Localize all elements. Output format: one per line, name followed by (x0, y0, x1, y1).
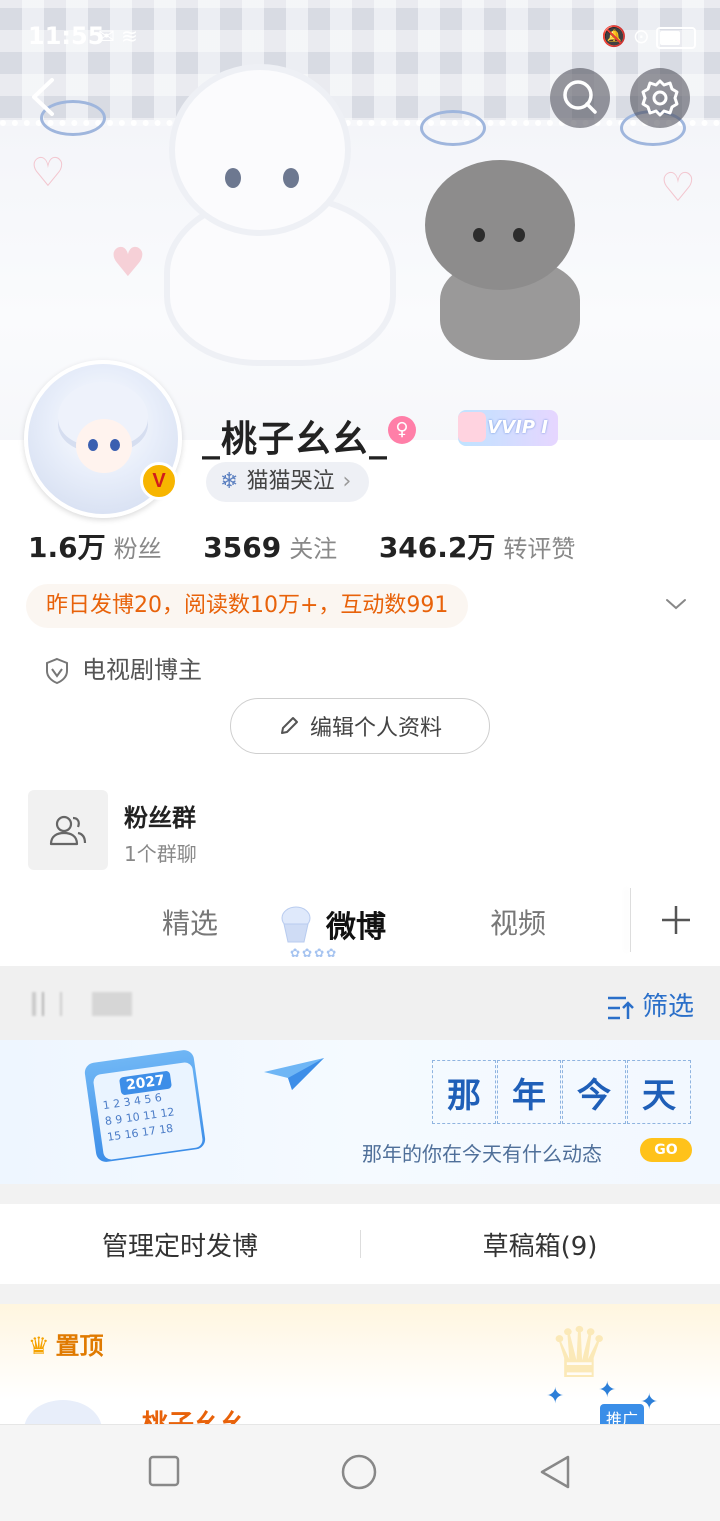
heart-decoration: ♥ (110, 240, 146, 286)
fan-group-title[interactable]: 粉丝群 (124, 798, 196, 833)
chevron-right-icon: › (342, 469, 352, 494)
search-button[interactable] (550, 68, 610, 128)
pinned-label-text: 置顶 (55, 1332, 104, 1360)
system-icons: 🔕 ⊙ (602, 24, 696, 49)
gear-icon (641, 79, 679, 117)
stat-value: 346.2万 (378, 531, 496, 564)
pinned-label: ♛ 置顶 (28, 1326, 104, 1361)
recent-apps-square-icon[interactable] (148, 1455, 180, 1487)
section-gap (0, 1184, 720, 1204)
profile-stats: 1.6万 粉丝 3569 关注 346.2万 转评赞 (28, 526, 609, 566)
manage-row: 管理定时发博 草稿箱(9) (0, 1204, 720, 1284)
pencil-icon (280, 717, 298, 734)
add-tab-plus-icon[interactable] (660, 904, 692, 936)
stat-label: 粉丝 (113, 535, 162, 563)
edit-profile-label: 编辑个人资料 (309, 716, 442, 741)
chevron-down-icon[interactable] (664, 592, 688, 616)
pinned-section: ♛ ♛置顶 桃子幺幺 ✦ ✦ ✦ 推广 (0, 1304, 720, 1424)
that-year-today-banner[interactable]: 1 2 3 4 5 68 9 10 11 12 15 16 17 18 2027 … (0, 1040, 720, 1184)
content-tabs: 精选 微博 ✿✿✿✿ 视频 (0, 880, 720, 966)
tab-weibo[interactable]: 微博 (326, 902, 386, 946)
shield-icon (46, 657, 68, 685)
notification-icons: ✉ ≋ (98, 24, 138, 48)
profile-nickname: _桃子幺幺_ (202, 419, 389, 460)
snowflake-icon: ❄ (220, 469, 239, 494)
group-tag-label: 猫猫哭泣 (246, 469, 335, 494)
battery-icon (656, 26, 696, 49)
sort-filter-icon (607, 996, 634, 1019)
group-tag[interactable]: ❄ 猫猫哭泣 › (206, 462, 370, 502)
blurred-post-count (32, 992, 204, 1016)
vip-avatar-icon (458, 412, 486, 442)
butterfly-icon: ✦ (546, 1384, 565, 1409)
crown-icon: ♛ (28, 1332, 50, 1360)
paper-plane-icon (264, 1058, 324, 1090)
tab-featured[interactable]: 精选 (162, 902, 218, 942)
filter-row: 筛选 (0, 966, 720, 1040)
identity-tag[interactable]: 电视剧博主 (44, 650, 202, 685)
cupcake-icon (281, 906, 311, 943)
identity-tag-label: 电视剧博主 (82, 656, 202, 684)
memory-title-char: 那 (432, 1060, 496, 1124)
stat-label: 关注 (289, 535, 338, 563)
post-avatar[interactable] (24, 1400, 102, 1424)
butterfly-icon: ✦ (598, 1378, 617, 1403)
memory-subtitle: 那年的你在今天有什么动态 (362, 1142, 602, 1166)
heart-decoration: ♡ (660, 165, 696, 211)
search-icon (563, 80, 597, 114)
status-time: 11:55 (28, 22, 105, 50)
tab-underline-decoration: ✿✿✿✿ (290, 946, 339, 960)
vip-badge-text: VVIP I (487, 417, 548, 438)
filter-label: 筛选 (641, 992, 694, 1022)
tab-divider (630, 888, 631, 952)
tab-video[interactable]: 视频 (490, 902, 546, 942)
status-bar: 11:55 ✉ ≋ 🔕 ⊙ (0, 0, 720, 72)
edit-profile-button[interactable]: 编辑个人资料 (230, 698, 490, 754)
fan-group-subtitle: 1个群聊 (124, 842, 197, 866)
vip-badge[interactable]: VVIP I (458, 410, 558, 446)
group-users-icon (49, 815, 87, 846)
stat-fans[interactable]: 1.6万 粉丝 (28, 531, 162, 564)
back-triangle-icon[interactable] (538, 1455, 572, 1489)
fan-group-icon-box[interactable] (28, 790, 108, 870)
heart-decoration: ♡ (30, 150, 66, 196)
section-gap (0, 1284, 720, 1304)
scheduled-posts-button[interactable]: 管理定时发博 (0, 1226, 360, 1263)
back-arrow-icon (32, 78, 54, 116)
activity-summary[interactable]: 昨日发博20，阅读数10万+，互动数991 (26, 584, 469, 628)
stat-value: 1.6万 (28, 531, 106, 564)
stat-label: 转评赞 (503, 535, 576, 563)
bear-illustration-head (425, 160, 575, 290)
bunny-illustration-head (175, 70, 345, 230)
memory-title: 那 年 今 天 (432, 1060, 692, 1124)
memory-title-char: 今 (562, 1060, 626, 1124)
memory-title-char: 年 (497, 1060, 561, 1124)
bow-decoration (420, 110, 486, 146)
verified-badge-icon: V (140, 462, 178, 500)
drafts-button[interactable]: 草稿箱(9) (360, 1226, 720, 1263)
post-author-name[interactable]: 桃子幺幺 (142, 1404, 246, 1424)
memory-title-char: 天 (627, 1060, 691, 1124)
home-circle-icon[interactable] (340, 1453, 378, 1491)
filter-button[interactable]: 筛选 (606, 986, 694, 1023)
settings-button[interactable] (630, 68, 690, 128)
promotion-badge[interactable]: 推广 (600, 1404, 645, 1424)
system-navigation-bar (0, 1424, 720, 1521)
stat-following[interactable]: 3569 关注 (203, 531, 338, 564)
female-gender-icon: ♀ (388, 416, 416, 444)
stat-likes[interactable]: 346.2万 转评赞 (379, 531, 576, 564)
stat-value: 3569 (203, 531, 282, 564)
back-button[interactable] (22, 72, 72, 122)
memory-go-button[interactable]: GO (640, 1138, 692, 1162)
